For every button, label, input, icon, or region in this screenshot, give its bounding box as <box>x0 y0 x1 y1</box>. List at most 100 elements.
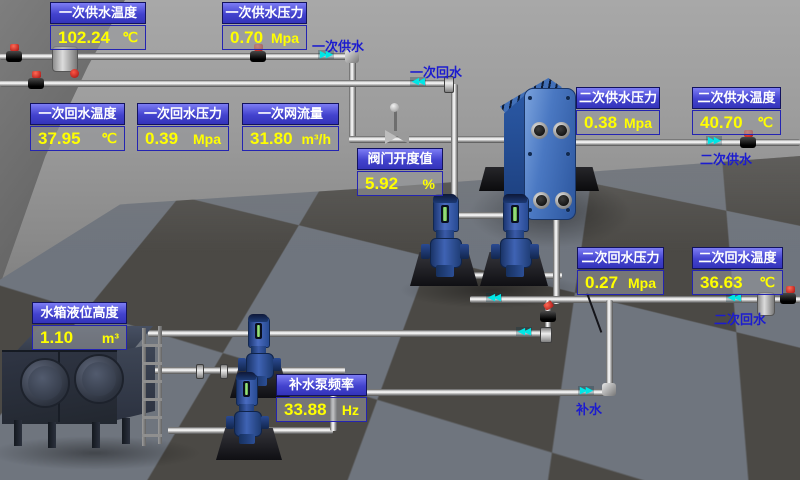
ladder-rung <box>142 416 162 419</box>
tank-fill-valve-icon[interactable] <box>540 311 556 322</box>
gauge-value-box: 31.80 m³/h <box>242 126 339 151</box>
gauge-value: 40.70 <box>700 113 743 133</box>
gauge-primary-return-pressure: 一次回水压力 0.39 Mpa <box>137 103 229 151</box>
pipe-makeup-riser <box>606 300 613 388</box>
gauge-label: 一次回水温度 <box>30 103 125 125</box>
gauge-secondary-return-temp: 二次回水温度 36.63℃ <box>692 247 783 295</box>
pump-motor-cap <box>248 314 268 322</box>
tank-leg <box>14 420 22 446</box>
pump-run-indicator <box>257 325 260 337</box>
gauge-value-box: 102.24℃ <box>50 25 146 50</box>
gauge-unit: Mpa <box>193 131 221 147</box>
gauge-value: 0.70 <box>230 28 263 48</box>
valve-icon[interactable] <box>6 51 22 62</box>
gauge-primary-supply-temp: 一次供水温度 102.24℃ <box>50 2 146 50</box>
gauge-label: 二次回水压力 <box>577 247 664 269</box>
pipe-secondary-supply <box>560 139 800 146</box>
makeup-pump-2[interactable] <box>226 372 270 460</box>
tank-shadow <box>0 436 200 470</box>
pressure-gauge-icon <box>70 69 79 78</box>
gauge-secondary-supply-temp: 二次供水温度 40.70 ℃ <box>692 87 781 135</box>
valve-icon[interactable] <box>740 137 756 148</box>
gauge-primary-return-temp: 一次回水温度 37.95℃ <box>30 103 125 151</box>
gauge-value-box: 40.70 ℃ <box>692 110 781 135</box>
gauge-tank-level: 水箱液位高度 1.10 m³ <box>32 302 127 350</box>
pipe-label-makeup: 补水 <box>576 399 602 418</box>
pipe-label-secondary-return: 二次回水 <box>714 309 766 328</box>
pipe-tank-fill <box>148 330 548 337</box>
gauge-primary-flow: 一次网流量 31.80 m³/h <box>242 103 339 151</box>
pump-flange <box>273 358 281 371</box>
gauge-label: 二次回水温度 <box>692 247 783 269</box>
hx-port <box>553 122 570 139</box>
circulation-pump-2[interactable] <box>490 194 540 290</box>
pump-flange <box>491 244 500 259</box>
pipe-coupling <box>196 364 204 379</box>
control-valve-icon[interactable] <box>397 130 409 144</box>
hx-port <box>531 122 548 139</box>
pump-flange <box>261 416 269 429</box>
gauge-label: 一次供水压力 <box>222 2 307 24</box>
valve-handle-icon <box>10 44 19 51</box>
pump-flange <box>238 358 246 371</box>
pipe-label-secondary-supply: 二次供水 <box>700 149 752 168</box>
pipe-flange <box>540 327 552 343</box>
control-valve-stem <box>394 111 397 131</box>
pipe-label-primary-supply: 一次供水 <box>312 36 364 55</box>
pump-run-indicator <box>245 383 248 395</box>
pump-run-indicator <box>513 207 517 221</box>
gauge-unit: Mpa <box>624 115 652 131</box>
gauge-label: 阀门开度值 <box>357 148 443 170</box>
pump-foot <box>239 434 255 444</box>
tank-leg <box>122 418 130 444</box>
pump-volute <box>430 238 462 268</box>
control-valve-actuator <box>390 103 399 112</box>
hx-bolt <box>566 208 570 212</box>
tank-leg <box>92 422 100 448</box>
gauge-unit: m³/h <box>301 131 331 147</box>
gauge-makeup-pump-frequency: 补水泵频率 33.88Hz <box>276 374 367 422</box>
gauge-secondary-return-pressure: 二次回水压力 0.27Mpa <box>577 247 664 295</box>
gauge-value: 37.95 <box>38 129 81 149</box>
gauge-primary-supply-pressure: 一次供水压力 0.70 Mpa <box>222 2 307 50</box>
gauge-unit: m³ <box>102 330 119 346</box>
gauge-value: 5.92 <box>365 174 398 194</box>
flow-left-icon: ◀◀ <box>516 327 532 336</box>
tank-manhole <box>20 358 70 408</box>
hx-port <box>555 192 572 209</box>
gauge-value: 0.38 <box>584 113 617 133</box>
flow-left-icon: ◀◀ <box>486 293 502 302</box>
valve-icon[interactable] <box>28 78 44 89</box>
hx-bolt <box>528 96 532 100</box>
gauge-value-box: 37.95℃ <box>30 126 125 151</box>
gauge-label: 一次回水压力 <box>137 103 229 125</box>
gauge-unit: ℃ <box>757 114 773 131</box>
pump-flange <box>460 244 469 259</box>
pump-motor-cap <box>236 372 256 380</box>
ladder-rung <box>142 434 162 437</box>
valve-icon[interactable] <box>250 51 266 62</box>
gauge-unit: Mpa <box>271 30 299 46</box>
gauge-value: 102.24 <box>58 28 110 48</box>
gauge-value-box: 33.88Hz <box>276 397 367 422</box>
pump-flange <box>226 416 234 429</box>
flow-right-icon: ▶▶ <box>578 386 594 395</box>
gauge-value: 1.10 <box>40 328 73 348</box>
pipe-primary-supply-drop <box>349 58 356 143</box>
pipe-primary-return <box>0 80 450 87</box>
gauge-label: 水箱液位高度 <box>32 302 127 324</box>
ladder-rung <box>142 362 162 365</box>
control-valve-icon[interactable] <box>385 130 397 144</box>
gauge-value: 31.80 <box>250 129 293 149</box>
pump-run-indicator <box>443 207 447 221</box>
tank-manhole <box>74 354 124 404</box>
gauge-label: 二次供水温度 <box>692 87 781 109</box>
gauge-label: 二次供水压力 <box>576 87 660 109</box>
gauge-value: 0.39 <box>145 129 178 149</box>
gauge-label: 一次网流量 <box>242 103 339 125</box>
circulation-pump-1[interactable] <box>420 194 470 290</box>
hx-bolt <box>566 152 570 156</box>
pump-motor-cap <box>503 194 527 203</box>
gauge-value-box: 0.27Mpa <box>577 270 664 295</box>
pump-flange <box>421 244 430 259</box>
